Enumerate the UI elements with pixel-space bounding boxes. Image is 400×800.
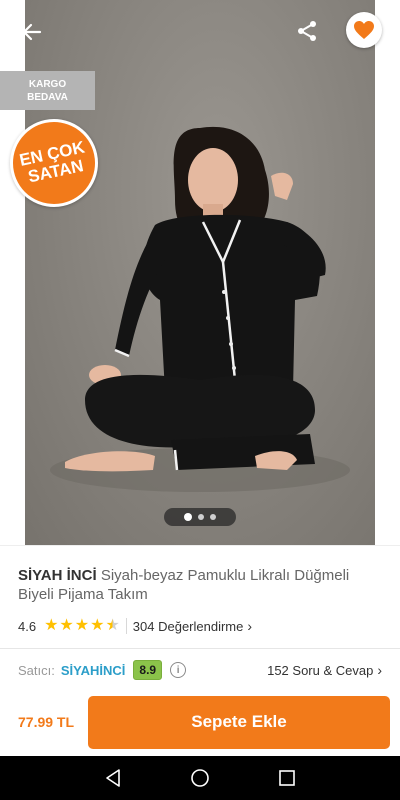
nav-back-button[interactable] bbox=[98, 763, 128, 793]
heart-icon bbox=[354, 21, 374, 39]
seller-label: Satıcı: bbox=[18, 662, 55, 678]
product-price: 77.99 TL bbox=[18, 714, 75, 730]
carousel-dot[interactable] bbox=[210, 514, 216, 520]
seller-score-badge: 8.9 bbox=[133, 660, 163, 680]
share-icon bbox=[298, 21, 316, 41]
star-icon: ★ bbox=[59, 617, 74, 634]
free-shipping-line-2: BEDAVA bbox=[27, 92, 68, 103]
favorite-button[interactable] bbox=[346, 12, 382, 48]
back-button[interactable] bbox=[14, 14, 50, 50]
circle-home-icon bbox=[191, 769, 209, 787]
triangle-back-icon bbox=[106, 769, 121, 787]
add-to-cart-button[interactable]: Sepete Ekle bbox=[88, 695, 390, 749]
product-image-gallery[interactable]: KARGO BEDAVA EN ÇOK SATAN bbox=[0, 0, 400, 545]
seller-row: Satıcı: SİYAHİNCİ 8.9 i 152 Soru & Cevap… bbox=[0, 649, 400, 691]
product-info: SİYAH İNCİ Siyah-beyaz Pamuklu Likralı D… bbox=[0, 545, 400, 695]
rating-value: 4.6 bbox=[18, 618, 37, 634]
chevron-right-icon: › bbox=[377, 662, 382, 678]
carousel-dot[interactable] bbox=[184, 513, 192, 521]
star-half-icon: ★ bbox=[105, 617, 120, 634]
reviews-count: 304 Değerlendirme bbox=[132, 618, 244, 634]
back-arrow-icon bbox=[22, 23, 42, 41]
nav-home-button[interactable] bbox=[185, 763, 215, 793]
free-shipping-line-1: KARGO bbox=[28, 79, 67, 90]
star-icon: ★ bbox=[44, 617, 59, 634]
system-navigation-bar bbox=[0, 756, 400, 800]
divider bbox=[125, 618, 127, 634]
carousel-indicator[interactable] bbox=[164, 508, 236, 526]
square-recents-icon bbox=[278, 770, 295, 786]
nav-recents-button[interactable] bbox=[272, 763, 302, 793]
bottom-action-bar: 77.99 TL Sepete Ekle bbox=[0, 688, 400, 756]
questions-answers-link[interactable]: 152 Soru & Cevap › bbox=[267, 662, 382, 678]
carousel-dot[interactable] bbox=[198, 514, 204, 520]
reviews-link[interactable]: 304 Değerlendirme › bbox=[133, 618, 252, 634]
seller-name-link[interactable]: SİYAHİNCİ bbox=[61, 663, 126, 678]
star-icon: ★ bbox=[90, 617, 105, 634]
rating-stars: ★ ★ ★ ★ ★ bbox=[44, 618, 120, 634]
rating-row: 4.6 ★ ★ ★ ★ ★ 304 Değerlendirme › bbox=[0, 614, 400, 638]
free-shipping-badge: KARGO BEDAVA bbox=[0, 71, 95, 110]
star-icon: ★ bbox=[74, 617, 90, 634]
share-button[interactable] bbox=[290, 14, 324, 48]
chevron-right-icon: › bbox=[247, 618, 253, 634]
brand-name[interactable]: SİYAH İNCİ bbox=[18, 567, 97, 584]
info-icon[interactable]: i bbox=[170, 662, 187, 678]
questions-answers-label: 152 Soru & Cevap bbox=[267, 662, 374, 678]
product-title: SİYAH İNCİ Siyah-beyaz Pamuklu Likralı D… bbox=[0, 546, 400, 604]
